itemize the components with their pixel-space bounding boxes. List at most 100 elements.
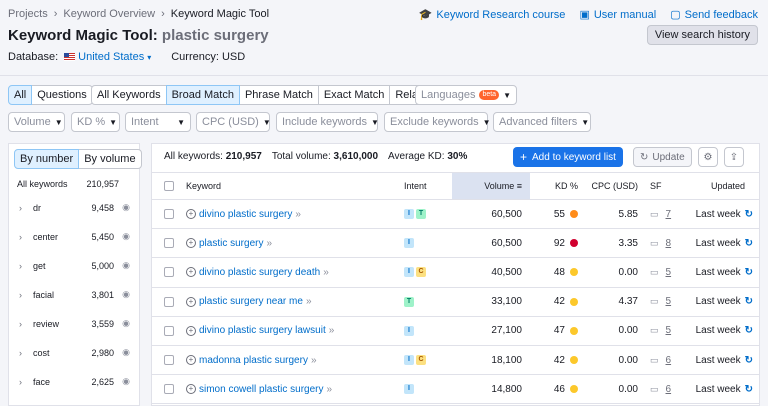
eye-icon[interactable]: ◉ xyxy=(119,260,133,271)
filter-intent[interactable]: Intent ▼ xyxy=(125,112,191,132)
keyword-research-course-link[interactable]: 🎓 Keyword Research course xyxy=(419,8,566,22)
sf-count[interactable]: 5 xyxy=(666,267,672,278)
double-chevron-icon[interactable]: » xyxy=(306,296,312,307)
sf-count[interactable]: 5 xyxy=(666,325,672,336)
filter-exclude-keywords[interactable]: Exclude keywords ▼ xyxy=(384,112,491,132)
col-cpc[interactable]: CPC (USD) xyxy=(582,172,642,200)
filter-kd[interactable]: KD % ▼ xyxy=(71,112,120,132)
keyword-link[interactable]: plastic surgery near me xyxy=(199,296,303,307)
chevron-right-icon[interactable]: › xyxy=(19,203,31,213)
refresh-icon[interactable]: ↻ xyxy=(745,325,753,336)
add-keyword-icon[interactable]: + xyxy=(186,267,196,278)
col-sf[interactable]: SF xyxy=(642,172,682,200)
filter-volume[interactable]: Volume ▼ xyxy=(8,112,65,132)
keyword-link[interactable]: plastic surgery xyxy=(199,238,263,249)
group-item[interactable]: › facial 3,801 ◉ xyxy=(9,280,139,309)
row-checkbox[interactable] xyxy=(164,325,174,336)
row-checkbox[interactable] xyxy=(164,354,174,365)
col-keyword[interactable]: Keyword xyxy=(186,172,404,200)
sf-count[interactable]: 5 xyxy=(666,296,672,307)
serp-features-icon[interactable]: ▭ xyxy=(650,209,659,219)
tab-questions[interactable]: Questions xyxy=(31,85,93,105)
chevron-right-icon[interactable]: › xyxy=(19,290,31,300)
row-checkbox[interactable] xyxy=(164,296,174,307)
double-chevron-icon[interactable]: » xyxy=(295,209,301,220)
by-number-button[interactable]: By number xyxy=(14,149,80,169)
refresh-icon[interactable]: ↻ xyxy=(745,384,753,395)
row-checkbox[interactable] xyxy=(164,238,174,249)
eye-icon[interactable]: ◉ xyxy=(119,318,133,329)
double-chevron-icon[interactable]: » xyxy=(327,384,333,395)
add-keyword-icon[interactable]: + xyxy=(186,296,196,307)
tab-all-keywords[interactable]: All Keywords xyxy=(91,85,167,105)
filter-include-keywords[interactable]: Include keywords ▼ xyxy=(276,112,379,132)
add-keyword-icon[interactable]: + xyxy=(186,384,196,395)
refresh-icon[interactable]: ↻ xyxy=(745,296,753,307)
keyword-link[interactable]: madonna plastic surgery xyxy=(199,355,308,366)
export-button[interactable]: ⇪ xyxy=(724,147,744,167)
serp-features-icon[interactable]: ▭ xyxy=(650,267,659,277)
group-item[interactable]: › get 5,000 ◉ xyxy=(9,251,139,280)
col-updated[interactable]: Updated xyxy=(682,172,759,200)
refresh-icon[interactable]: ↻ xyxy=(745,267,753,278)
group-item[interactable]: › review 3,559 ◉ xyxy=(9,309,139,338)
add-keyword-icon[interactable]: + xyxy=(186,238,196,249)
eye-icon[interactable]: ◉ xyxy=(119,231,133,242)
serp-features-icon[interactable]: ▭ xyxy=(650,238,659,248)
table-row[interactable]: + plastic surgery near me» T 33,100 42 4.… xyxy=(152,287,759,317)
group-item[interactable]: › cost 2,980 ◉ xyxy=(9,338,139,367)
eye-icon[interactable]: ◉ xyxy=(119,347,133,358)
row-checkbox[interactable] xyxy=(164,267,174,278)
tab-broad-match[interactable]: Broad Match xyxy=(165,85,240,105)
keyword-link[interactable]: divino plastic surgery xyxy=(199,209,292,220)
tab-exact-match[interactable]: Exact Match xyxy=(317,85,391,105)
group-item[interactable]: › dr 9,458 ◉ xyxy=(9,193,139,222)
tab-all[interactable]: All xyxy=(8,85,33,105)
double-chevron-icon[interactable]: » xyxy=(266,238,272,249)
by-volume-button[interactable]: By volume xyxy=(78,149,142,169)
refresh-icon[interactable]: ↻ xyxy=(745,238,753,249)
add-keyword-icon[interactable]: + xyxy=(186,354,196,365)
table-row[interactable]: + simon cowell plastic surgery» I 14,800 … xyxy=(152,374,759,405)
user-manual-link[interactable]: ▣ User manual xyxy=(579,8,656,22)
chevron-right-icon[interactable]: › xyxy=(19,319,31,329)
row-checkbox[interactable] xyxy=(164,208,174,219)
breadcrumb-projects[interactable]: Projects xyxy=(8,8,48,20)
select-all-checkbox[interactable] xyxy=(164,181,174,192)
col-intent[interactable]: Intent xyxy=(404,172,452,200)
refresh-icon[interactable]: ↻ xyxy=(745,355,753,366)
row-checkbox[interactable] xyxy=(164,384,174,395)
send-feedback-link[interactable]: ▢ Send feedback xyxy=(670,8,758,22)
view-search-history-button[interactable]: View search history xyxy=(646,25,758,45)
serp-features-icon[interactable]: ▭ xyxy=(650,325,659,335)
add-keyword-icon[interactable]: + xyxy=(186,325,196,336)
serp-features-icon[interactable]: ▭ xyxy=(650,355,659,365)
add-to-keyword-list-button[interactable]: + Add to keyword list xyxy=(513,147,623,167)
double-chevron-icon[interactable]: » xyxy=(323,267,329,278)
group-item[interactable]: › center 5,450 ◉ xyxy=(9,222,139,251)
serp-features-icon[interactable]: ▭ xyxy=(650,296,659,306)
all-keywords-group[interactable]: All keywords 210,957 xyxy=(9,179,139,189)
update-button[interactable]: ↻ Update xyxy=(633,147,692,167)
chevron-right-icon[interactable]: › xyxy=(19,377,31,387)
filter-cpc[interactable]: CPC (USD) ▼ xyxy=(196,112,271,132)
eye-icon[interactable]: ◉ xyxy=(119,376,133,387)
table-row[interactable]: + divino plastic surgery lawsuit» I 27,10… xyxy=(152,316,759,346)
keyword-link[interactable]: divino plastic surgery lawsuit xyxy=(199,325,326,336)
sf-count[interactable]: 6 xyxy=(666,384,672,395)
group-item[interactable]: › face 2,625 ◉ xyxy=(9,367,139,396)
double-chevron-icon[interactable]: » xyxy=(329,325,335,336)
table-row[interactable]: + madonna plastic surgery» IC 18,100 42 0… xyxy=(152,345,759,376)
eye-icon[interactable]: ◉ xyxy=(119,202,133,213)
keyword-link[interactable]: simon cowell plastic surgery xyxy=(199,384,324,395)
table-row[interactable]: + plastic surgery» I 60,500 92 3.35 ▭ 8 La… xyxy=(152,228,759,259)
settings-button[interactable]: ⚙ xyxy=(698,147,718,167)
add-keyword-icon[interactable]: + xyxy=(186,208,196,219)
table-row[interactable]: + divino plastic surgery death» IC 40,500… xyxy=(152,257,759,288)
eye-icon[interactable]: ◉ xyxy=(119,289,133,300)
refresh-icon[interactable]: ↻ xyxy=(745,209,753,220)
sf-count[interactable]: 6 xyxy=(666,355,672,366)
col-kd[interactable]: KD % xyxy=(530,172,582,200)
filter-advanced[interactable]: Advanced filters ▼ xyxy=(493,112,591,132)
sf-count[interactable]: 7 xyxy=(666,209,672,220)
